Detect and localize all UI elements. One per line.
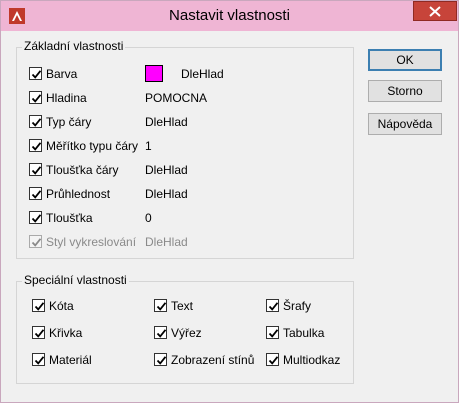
lineweight-value: DleHlad xyxy=(145,163,188,177)
checkmark-icon xyxy=(34,302,45,311)
linetype-scale-label: Měřítko typu čáry xyxy=(46,139,139,153)
text-label: Text xyxy=(171,299,194,313)
checkmark-icon xyxy=(31,70,42,79)
checkmark-icon xyxy=(31,190,42,199)
multileader-label: Multiodkaz xyxy=(283,353,341,367)
cancel-button[interactable]: Storno xyxy=(368,80,442,102)
polyline-checkbox[interactable] xyxy=(32,326,45,339)
checkmark-icon xyxy=(34,329,45,338)
linetype-scale-checkbox[interactable] xyxy=(29,139,42,152)
close-button[interactable] xyxy=(413,1,457,21)
color-checkbox[interactable] xyxy=(29,67,42,80)
checkmark-icon xyxy=(156,329,167,338)
checkmark-icon xyxy=(268,329,279,338)
checkmark-icon xyxy=(31,166,42,175)
checkmark-icon xyxy=(31,142,42,151)
plot-style-label: Styl vykreslování xyxy=(46,235,137,249)
checkmark-icon xyxy=(268,356,279,365)
dialog-title: Nastavit vlastnosti xyxy=(169,7,290,24)
checkmark-icon xyxy=(34,356,45,365)
checkmark-icon xyxy=(31,118,42,127)
lineweight-label: Tloušťka čáry xyxy=(46,163,119,177)
polyline-label: Křivka xyxy=(49,326,83,340)
table-label: Tabulka xyxy=(283,326,325,340)
linetype-label: Typ čáry xyxy=(46,115,92,129)
dimension-label: Kóta xyxy=(49,299,74,313)
table-checkbox[interactable] xyxy=(266,326,279,339)
color-label: Barva xyxy=(46,67,78,81)
shadow-display-checkbox[interactable] xyxy=(154,353,167,366)
checkmark-icon xyxy=(31,214,42,223)
transparency-checkbox[interactable] xyxy=(29,187,42,200)
hatch-checkbox[interactable] xyxy=(266,299,279,312)
close-icon xyxy=(429,6,441,17)
checkmark-icon xyxy=(156,356,167,365)
hatch-label: Šrafy xyxy=(283,299,312,313)
dimension-checkbox[interactable] xyxy=(32,299,45,312)
ok-button[interactable]: OK xyxy=(368,49,442,71)
thickness-value: 0 xyxy=(145,211,152,225)
linetype-scale-value: 1 xyxy=(145,139,152,153)
plot-style-checkbox xyxy=(29,235,42,248)
checkmark-icon xyxy=(268,302,279,311)
lineweight-checkbox[interactable] xyxy=(29,163,42,176)
properties-dialog: Nastavit vlastnosti Základní vlastnosti … xyxy=(0,0,459,403)
thickness-checkbox[interactable] xyxy=(29,211,42,224)
multileader-checkbox[interactable] xyxy=(266,353,279,366)
linetype-value: DleHlad xyxy=(145,115,188,129)
text-checkbox[interactable] xyxy=(154,299,167,312)
checkmark-icon xyxy=(31,94,42,103)
material-label: Materiál xyxy=(49,353,92,367)
viewport-label: Výřez xyxy=(171,326,202,340)
viewport-checkbox[interactable] xyxy=(154,326,167,339)
linetype-checkbox[interactable] xyxy=(29,115,42,128)
color-swatch xyxy=(145,65,163,82)
thickness-label: Tloušťka xyxy=(46,211,93,225)
layer-value: POMOCNA xyxy=(145,91,208,105)
checkmark-icon xyxy=(156,302,167,311)
basic-properties-label: Základní vlastnosti xyxy=(22,39,126,53)
shadow-display-label: Zobrazení stínů xyxy=(171,353,255,367)
plot-style-value: DleHlad xyxy=(145,235,188,249)
checkmark-icon xyxy=(31,238,42,247)
transparency-value: DleHlad xyxy=(145,187,188,201)
layer-label: Hladina xyxy=(46,91,87,105)
help-button[interactable]: Nápověda xyxy=(368,113,442,135)
transparency-label: Průhlednost xyxy=(46,187,111,201)
material-checkbox[interactable] xyxy=(32,353,45,366)
layer-checkbox[interactable] xyxy=(29,91,42,104)
title-bar[interactable]: Nastavit vlastnosti xyxy=(1,1,458,31)
special-properties-label: Speciální vlastnosti xyxy=(22,273,129,287)
color-value: DleHlad xyxy=(181,67,224,81)
